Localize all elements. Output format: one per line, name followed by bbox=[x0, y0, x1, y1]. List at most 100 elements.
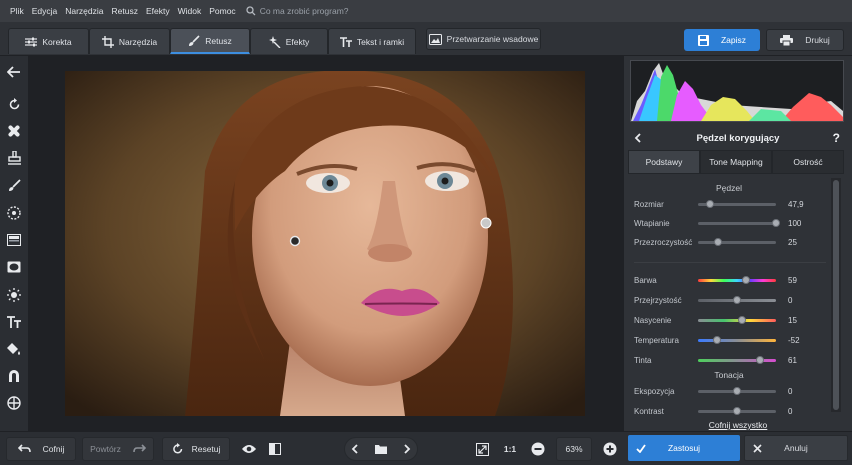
tool-vignette[interactable] bbox=[4, 257, 24, 277]
menu-file[interactable]: Plik bbox=[6, 6, 28, 16]
slider-track[interactable] bbox=[698, 275, 776, 284]
image-canvas[interactable] bbox=[28, 56, 624, 431]
tab-correction-label: Korekta bbox=[42, 36, 72, 47]
tool-radial[interactable] bbox=[4, 203, 24, 223]
tab-retouch-label: Retusz bbox=[205, 35, 232, 46]
menu-tools[interactable]: Narzędzia bbox=[61, 6, 107, 16]
menu-help[interactable]: Pomoc bbox=[205, 6, 239, 16]
chevron-left-icon[interactable] bbox=[634, 133, 642, 143]
tool-clone-stamp[interactable] bbox=[4, 148, 24, 168]
slider-thumb[interactable] bbox=[772, 218, 780, 227]
slider-label: Przejrzystość bbox=[634, 295, 682, 305]
back-button[interactable] bbox=[4, 62, 24, 82]
slider-label: Nasycenie bbox=[634, 315, 672, 325]
tool-text[interactable] bbox=[4, 312, 24, 332]
slider-thumb[interactable] bbox=[742, 275, 751, 284]
text-tool-icon bbox=[7, 316, 21, 328]
chevron-right-icon[interactable] bbox=[403, 444, 411, 454]
photo-navigator bbox=[344, 437, 418, 461]
zoom-one-to-one[interactable]: 1:1 bbox=[498, 437, 522, 461]
slider-track[interactable] bbox=[698, 295, 776, 304]
slider-thumb[interactable] bbox=[733, 386, 741, 395]
preview-toggle[interactable] bbox=[238, 437, 260, 461]
slider-thumb[interactable] bbox=[712, 335, 721, 344]
slider-thumb[interactable] bbox=[738, 315, 747, 324]
menu-effects[interactable]: Efekty bbox=[142, 6, 174, 16]
menu-edit[interactable]: Edycja bbox=[28, 6, 62, 16]
search-box[interactable]: Co ma zrobić program? bbox=[246, 6, 349, 16]
tab-retouch[interactable]: Retusz bbox=[170, 28, 250, 54]
slider-value: -52 bbox=[788, 335, 800, 345]
slider-track[interactable] bbox=[698, 355, 776, 364]
tab-text-frames-label: Tekst i ramki bbox=[356, 36, 405, 47]
tab-basics[interactable]: Podstawy bbox=[628, 150, 700, 174]
slider-track[interactable] bbox=[698, 199, 776, 208]
save-label: Zapisz bbox=[720, 35, 747, 45]
slider-track[interactable] bbox=[698, 237, 776, 246]
zoom-in-button[interactable] bbox=[600, 437, 620, 461]
zoom-level[interactable]: 63% bbox=[556, 437, 592, 461]
eye-icon bbox=[242, 445, 256, 453]
apply-button[interactable]: Zastosuj bbox=[628, 435, 740, 461]
reset-button[interactable]: Resetuj bbox=[162, 437, 230, 461]
menu-retouch[interactable]: Retusz bbox=[108, 6, 142, 16]
search-icon bbox=[246, 6, 256, 16]
print-button[interactable]: Drukuj bbox=[766, 29, 844, 51]
folder-icon[interactable] bbox=[375, 444, 387, 454]
cancel-button[interactable]: Anuluj bbox=[744, 435, 848, 461]
sparkle-icon bbox=[268, 35, 281, 48]
slider-track[interactable] bbox=[698, 315, 776, 324]
zoom-out-button[interactable] bbox=[528, 437, 548, 461]
slider-label: Ekspozycja bbox=[634, 386, 675, 396]
menu-view[interactable]: Widok bbox=[174, 6, 206, 16]
slider-track[interactable] bbox=[698, 386, 776, 395]
tab-tools[interactable]: Narzędzia bbox=[89, 28, 170, 54]
redo-button[interactable]: Powtórz bbox=[82, 437, 154, 461]
slider-track[interactable] bbox=[698, 406, 776, 415]
undo-button[interactable]: Cofnij bbox=[6, 437, 76, 461]
bottom-bar: Cofnij Powtórz Resetuj 1:1 63% Zastosuj … bbox=[0, 431, 852, 465]
tool-rotate[interactable] bbox=[4, 94, 24, 114]
compare-button[interactable] bbox=[264, 437, 286, 461]
reset-all-link[interactable]: Cofnij wszystko bbox=[624, 420, 852, 430]
batch-processing-button[interactable]: Przetwarzanie wsadowe bbox=[426, 28, 541, 50]
slider-value: 100 bbox=[788, 218, 802, 228]
save-button[interactable]: Zapisz bbox=[684, 29, 760, 51]
tab-sharpness[interactable]: Ostrość bbox=[772, 150, 844, 174]
help-icon[interactable]: ? bbox=[833, 131, 840, 145]
tab-tone-mapping[interactable]: Tone Mapping bbox=[700, 150, 772, 174]
tab-text-frames[interactable]: Tekst i ramki bbox=[328, 28, 416, 54]
fit-screen-button[interactable] bbox=[472, 437, 492, 461]
sun-icon bbox=[7, 288, 21, 302]
tool-magnet[interactable] bbox=[4, 366, 24, 386]
print-label: Drukuj bbox=[805, 35, 830, 45]
slider-thumb[interactable] bbox=[713, 237, 722, 246]
right-panel: Pędzel korygujący ? Podstawy Tone Mappin… bbox=[624, 56, 852, 431]
crosshair-icon bbox=[7, 396, 21, 410]
tool-fill[interactable] bbox=[4, 339, 24, 359]
slider-label: Wtapianie bbox=[634, 218, 670, 228]
sliders-icon bbox=[25, 37, 38, 46]
tool-gradient[interactable] bbox=[4, 230, 24, 250]
slider-track[interactable] bbox=[698, 218, 780, 227]
portrait-photo[interactable] bbox=[65, 71, 585, 416]
slider-thumb[interactable] bbox=[733, 295, 741, 304]
brush-icon bbox=[189, 34, 200, 46]
tab-correction[interactable]: Korekta bbox=[8, 28, 89, 54]
slider-label: Rozmiar bbox=[634, 199, 664, 209]
slider-track[interactable] bbox=[698, 335, 776, 344]
slider-thumb[interactable] bbox=[756, 355, 765, 364]
tool-healing[interactable] bbox=[4, 121, 24, 141]
slider-row-tone-1: Kontrast 0 bbox=[634, 404, 834, 418]
scrollbar-thumb[interactable] bbox=[833, 180, 839, 410]
tool-light[interactable] bbox=[4, 285, 24, 305]
slider-thumb[interactable] bbox=[733, 406, 741, 415]
slider-thumb[interactable] bbox=[706, 199, 715, 208]
tool-target[interactable] bbox=[4, 393, 24, 413]
bandage-icon bbox=[8, 125, 20, 137]
chevron-left-icon[interactable] bbox=[351, 444, 359, 454]
tool-brush[interactable] bbox=[4, 175, 24, 195]
slider-value: 25 bbox=[788, 237, 797, 247]
panel-scrollbar[interactable] bbox=[831, 178, 841, 412]
tab-effects[interactable]: Efekty bbox=[250, 28, 328, 54]
